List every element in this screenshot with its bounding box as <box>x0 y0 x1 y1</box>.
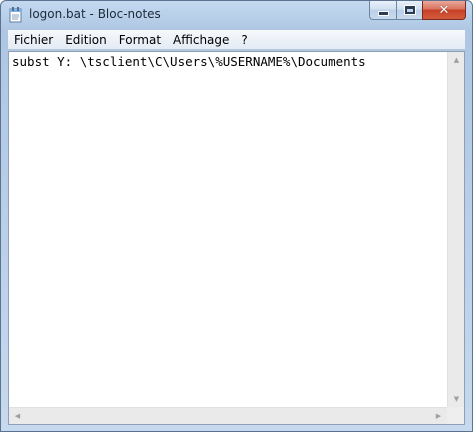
notepad-icon[interactable] <box>9 7 23 23</box>
notepad-window: logon.bat - Bloc-notes ✕ Fichier Edition… <box>0 0 473 432</box>
minimize-button[interactable] <box>369 1 396 20</box>
menu-edition[interactable]: Edition <box>59 30 113 50</box>
window-title: logon.bat - Bloc-notes <box>29 7 161 21</box>
editor-frame: subst Y: \tsclient\C\Users\%USERNAME%\Do… <box>8 51 465 425</box>
text-editor[interactable]: subst Y: \tsclient\C\Users\%USERNAME%\Do… <box>9 52 447 408</box>
scroll-up-icon[interactable]: ▲ <box>448 52 465 69</box>
scroll-right-icon[interactable]: ▶ <box>430 408 447 425</box>
menu-format[interactable]: Format <box>113 30 167 50</box>
scroll-left-icon[interactable]: ◀ <box>9 408 26 425</box>
close-button[interactable]: ✕ <box>422 1 466 20</box>
close-icon: ✕ <box>438 2 450 18</box>
menu-fichier[interactable]: Fichier <box>8 30 59 50</box>
menu-affichage[interactable]: Affichage <box>167 30 235 50</box>
maximize-button[interactable] <box>396 1 422 20</box>
menu-bar: Fichier Edition Format Affichage ? <box>8 30 465 50</box>
vertical-scrollbar[interactable]: ▲ ▼ <box>447 52 464 408</box>
caption-buttons: ✕ <box>369 1 466 20</box>
horizontal-scrollbar[interactable]: ◀ ▶ <box>9 407 447 424</box>
title-bar[interactable]: logon.bat - Bloc-notes ✕ <box>1 1 472 29</box>
maximize-icon <box>404 6 415 14</box>
menu-help[interactable]: ? <box>235 30 253 50</box>
scrollbar-corner <box>447 407 464 424</box>
minimize-icon <box>378 11 388 15</box>
scroll-down-icon[interactable]: ▼ <box>448 391 465 408</box>
